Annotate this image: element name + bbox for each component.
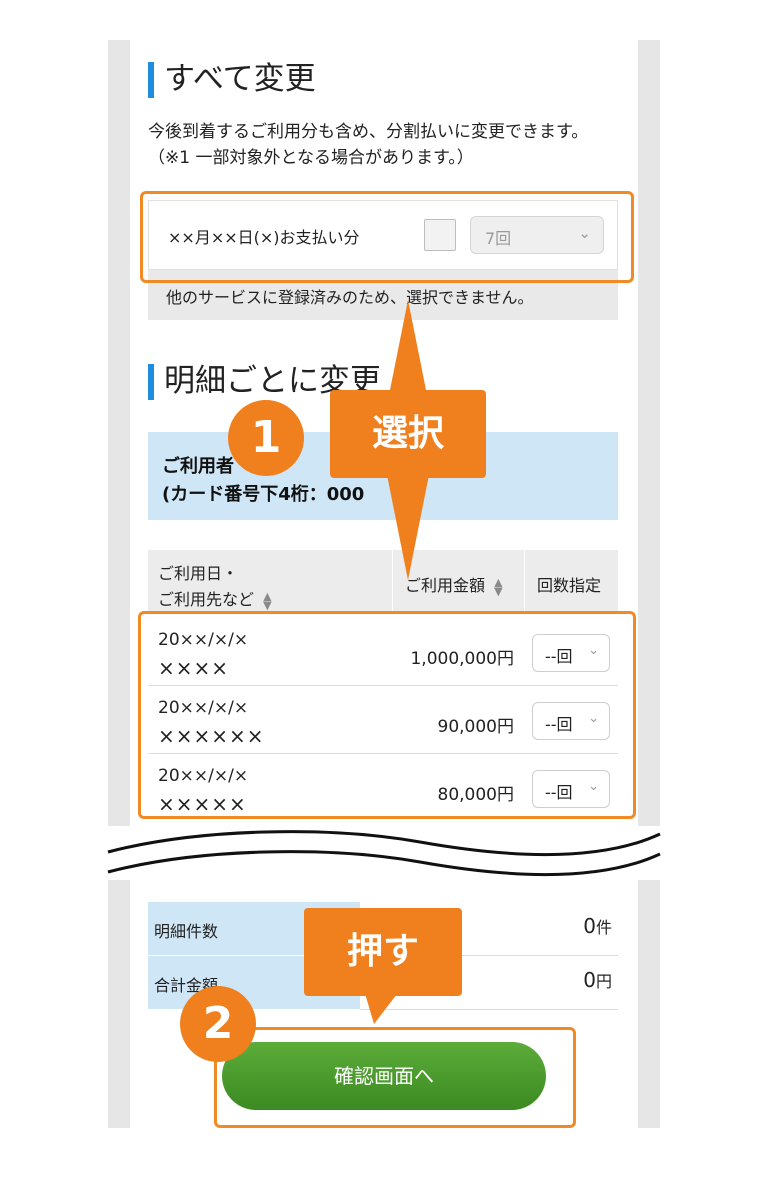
header-count-label: 回数指定 <box>537 576 602 595</box>
section-title-all-change: すべて変更 <box>148 60 316 98</box>
header-count: 回数指定 <box>524 550 618 612</box>
callout-push-label: 押す <box>346 931 419 972</box>
all-change-note-1: 今後到着するご利用分も含め、分割払いに変更できます。 <box>148 122 589 142</box>
header-date-line2: ご利用先など <box>158 590 255 609</box>
header-date-line1: ご利用日・ <box>158 564 239 583</box>
sort-icon: ▲ ▼ <box>494 575 503 598</box>
card-number-line: (カード番号下4桁：000 <box>162 484 365 505</box>
total-amount-number: 0 <box>583 968 596 992</box>
total-amount-unit: 円 <box>595 972 612 991</box>
detail-count-number: 0 <box>583 914 596 938</box>
highlight-all-change <box>140 191 634 283</box>
detail-count-value: 0件 <box>583 914 612 938</box>
header-date[interactable]: ご利用日・ ご利用先など ▲ ▼ <box>148 550 392 612</box>
sort-icon: ▲ ▼ <box>263 589 272 612</box>
step-2-badge: 2 <box>180 986 256 1062</box>
step-1-badge: 1 <box>228 400 304 476</box>
callout-select-label: 選択 <box>371 413 444 454</box>
card-holder-line: ご利用者 <box>162 456 234 477</box>
all-change-note-2: （※1 一部対象外となる場合があります。） <box>148 148 474 168</box>
highlight-confirm <box>214 1027 576 1128</box>
page-break-wave <box>100 828 668 878</box>
total-amount-value: 0円 <box>583 968 612 992</box>
highlight-rows <box>138 611 636 819</box>
detail-count-unit: 件 <box>595 918 612 937</box>
callout-select: 選択 <box>330 390 486 478</box>
callout-push: 押す <box>304 908 462 996</box>
